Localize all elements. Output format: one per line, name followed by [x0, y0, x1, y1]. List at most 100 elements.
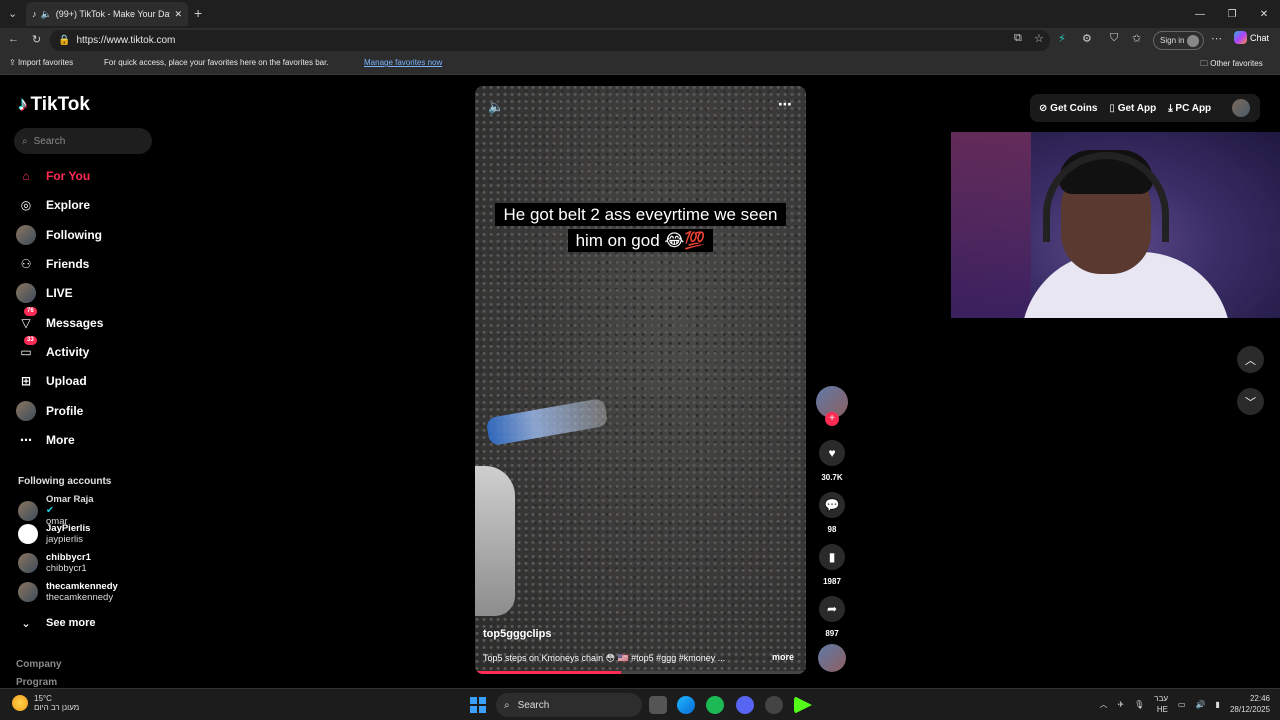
import-favorites-button[interactable]: ⇪ Import favorites [9, 58, 73, 67]
import-favorites-label: Import favorites [17, 58, 74, 67]
app-available-icon[interactable]: ⧉ [1014, 32, 1022, 45]
start-button[interactable] [470, 697, 486, 713]
nav-profile[interactable]: Profile [16, 399, 83, 423]
following-account-thecamkennedy[interactable]: thecamkennedy thecamkennedy [18, 581, 118, 603]
account-handle: jaypierlis [46, 534, 83, 545]
language-top: עבר [1154, 694, 1169, 703]
clock[interactable]: 22:46 28/12/2025 [1230, 693, 1270, 715]
see-more-label: See more [46, 617, 96, 629]
nav-following[interactable]: Following [16, 223, 102, 247]
heart-icon: ♥ [828, 446, 836, 460]
other-favorites-button[interactable]: 🗀 Other favorites [1200, 58, 1263, 72]
footer-company-link[interactable]: Company [16, 659, 62, 670]
home-icon: ⌂ [22, 169, 30, 183]
manage-favorites-link[interactable]: Manage favorites now [364, 58, 442, 67]
taskbar-search[interactable]: ⌕ Search [496, 693, 642, 717]
sign-in-button[interactable]: Sign in [1153, 31, 1205, 50]
site-info-icon[interactable]: 🔒 [58, 35, 70, 46]
volume-icon[interactable]: 🔈 [488, 99, 504, 115]
phone-icon: ▯ [1109, 102, 1115, 114]
save-button[interactable]: ▮ [819, 544, 845, 570]
network-off-icon[interactable]: ✈ [1117, 700, 1124, 709]
see-more-button[interactable]: ⌄ See more [16, 611, 96, 635]
nav-upload[interactable]: ⊞ Upload [16, 369, 87, 393]
pc-app-button[interactable]: ⤓ PC App [1168, 103, 1211, 114]
following-account-jaypierlis[interactable]: JayPierlis jaypierlis [18, 523, 90, 545]
next-video-button[interactable]: ﹀ [1237, 388, 1264, 415]
get-coins-button[interactable]: ⊘ Get Coins [1039, 103, 1097, 114]
description-more-button[interactable]: more [772, 652, 794, 662]
favorites-bar: ⇪ Import favorites For quick access, pla… [0, 53, 1280, 75]
account-name: Omar Raja [46, 494, 94, 505]
favorite-star-icon[interactable]: ☆ [1034, 32, 1044, 45]
browser-tab[interactable]: ♪ 🔈 (99+) TikTok - Make Your Day ✕ [26, 2, 188, 26]
chat-button[interactable]: Chat [1234, 31, 1269, 44]
display-icon[interactable]: ▭ [1178, 700, 1186, 709]
steam-icon[interactable] [765, 696, 783, 714]
sound-avatar[interactable] [818, 644, 846, 672]
new-tab-button[interactable]: + [194, 5, 202, 21]
url-field[interactable]: 🔒 https://www.tiktok.com [50, 30, 1050, 51]
back-icon[interactable]: ← [8, 33, 19, 45]
nav-friends[interactable]: ⚇ Friends [16, 252, 90, 276]
mute-tab-icon[interactable]: 🔈 [41, 9, 52, 20]
address-bar-row: ← ↻ 🔒 https://www.tiktok.com ⧉ ☆ ⚡ ⚙ ⛉ ✩… [0, 28, 1280, 53]
video-progress-bar[interactable] [475, 671, 806, 674]
like-button[interactable]: ♥ [819, 440, 845, 466]
user-avatar[interactable] [1232, 99, 1250, 117]
discord-icon[interactable] [736, 696, 754, 714]
close-window-icon[interactable]: ✕ [1248, 0, 1280, 28]
following-account-chibbycr1[interactable]: chibbycr1 chibbycr1 [18, 552, 91, 574]
browser-essentials-icon[interactable]: ⛉ [1110, 32, 1118, 45]
nav-live[interactable]: LIVE [16, 281, 73, 305]
nav-more[interactable]: ⋯ More [16, 428, 75, 452]
kick-icon[interactable] [794, 696, 812, 714]
video-author[interactable]: top5gggclips [483, 628, 551, 640]
get-app-button[interactable]: ▯ Get App [1109, 103, 1156, 114]
close-tab-icon[interactable]: ✕ [174, 9, 182, 20]
friends-icon: ⚇ [20, 257, 32, 271]
nav-label: Activity [46, 345, 90, 359]
volume-icon[interactable]: 🔊 [1196, 700, 1206, 709]
nav-activity[interactable]: ▭ 33 Activity [16, 336, 90, 364]
edge-icon[interactable] [677, 696, 695, 714]
extensions-icon[interactable]: ⚙ [1082, 32, 1092, 45]
search-placeholder: Search [33, 135, 66, 147]
battery-icon[interactable]: ▮ [1216, 700, 1220, 709]
windows-taskbar: 15°C מעונן רב היום ⌕ Search ︿ ✈ 🎙 עבר HE… [0, 688, 1280, 720]
nav-messages[interactable]: ▽ 76 Messages [16, 307, 103, 335]
search-input[interactable]: ⌕ Search [14, 128, 152, 154]
share-button[interactable]: ➦ [819, 596, 845, 622]
tiktok-page: ♪ TikTok ⌕ Search ⌂ For You ◎ Explore Fo… [0, 76, 1280, 688]
avatar [18, 524, 38, 544]
tiktok-logo[interactable]: ♪ TikTok [18, 94, 90, 116]
microphone-icon[interactable]: 🎙 [1134, 700, 1144, 709]
video-player[interactable]: 🔈 ⋯ He got belt 2 ass eveyrtime we seen … [475, 86, 806, 674]
task-view-icon[interactable] [649, 696, 667, 714]
tray-overflow-icon[interactable]: ︿ [1099, 699, 1107, 710]
video-more-icon[interactable]: ⋯ [778, 96, 792, 113]
share-arrow-icon: ➦ [826, 602, 838, 616]
brand-name: TikTok [30, 94, 90, 115]
messages-badge: 76 [24, 307, 37, 316]
follow-plus-icon[interactable]: + [825, 412, 839, 426]
previous-video-button[interactable]: ︿ [1237, 346, 1264, 373]
nav-explore[interactable]: ◎ Explore [16, 193, 90, 217]
account-name: JayPierlis [46, 523, 91, 534]
weather-icon [12, 695, 28, 711]
video-description: Top5 steps on Kmoneys chain 😳 🇺🇸 #top5 #… [483, 653, 726, 663]
chevron-down-icon: ﹀ [1245, 396, 1256, 409]
tab-list-icon[interactable]: ⌄ [8, 7, 17, 20]
comment-button[interactable]: 💬 [819, 492, 845, 518]
settings-more-icon[interactable]: ⋯ [1211, 32, 1222, 45]
maximize-icon[interactable]: ❐ [1216, 0, 1248, 28]
language-indicator[interactable]: עבר HE [1154, 693, 1168, 715]
favorites-icon[interactable]: ✩ [1132, 32, 1141, 45]
footer-program-link[interactable]: Program [16, 677, 57, 688]
extension-icon[interactable]: ⚡ [1058, 32, 1066, 45]
spotify-icon[interactable] [706, 696, 724, 714]
weather-widget[interactable]: 15°C מעונן רב היום [12, 694, 79, 712]
minimize-icon[interactable]: — [1184, 0, 1216, 28]
refresh-icon[interactable]: ↻ [32, 33, 41, 46]
nav-for-you[interactable]: ⌂ For You [16, 164, 90, 188]
